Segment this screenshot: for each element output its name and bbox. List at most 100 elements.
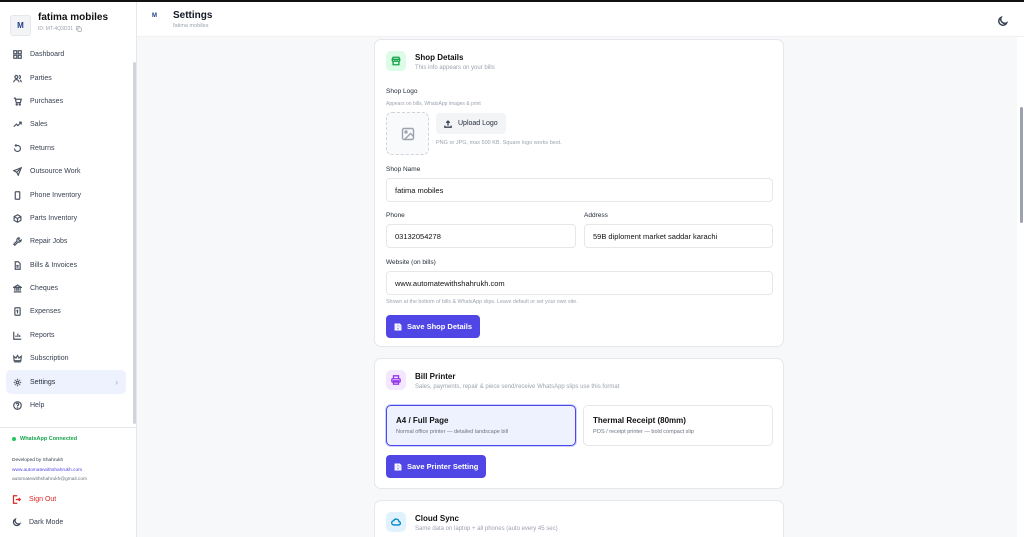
developer-credit: Developed by Shahrukh (12, 458, 64, 463)
sidebar-item-phone-inventory[interactable]: Phone Inventory (6, 183, 126, 206)
crown-icon (13, 354, 22, 363)
users-icon (13, 74, 22, 82)
upload-hint: PNG or JPG, max 500 KB. Square logo work… (436, 140, 562, 146)
sidebar-item-parties[interactable]: Parties (6, 66, 126, 89)
main-content: Shop Details This info appears on your b… (137, 37, 1017, 537)
option-description: POS / receipt printer — bold compact sli… (593, 429, 694, 435)
shop-logo-label: Shop Logo (386, 88, 418, 95)
sidebar-item-expenses[interactable]: Expenses (6, 300, 126, 323)
cloud-icon (386, 512, 406, 532)
sign-out-label: Sign Out (29, 496, 57, 503)
option-description: Normal office printer — detailed landsca… (396, 429, 509, 435)
chart-icon (13, 331, 22, 340)
header-logo: M (152, 13, 157, 19)
dark-mode-toggle[interactable]: Dark Mode (12, 518, 63, 527)
developer-website-link[interactable]: www.automatewithshahrukh.com (12, 466, 87, 476)
page-title: Settings (173, 10, 213, 21)
shop-name: fatima mobiles (38, 12, 109, 23)
sidebar-scrollbar[interactable] (133, 62, 136, 424)
print-option-thermal[interactable]: Thermal Receipt (80mm) POS / receipt pri… (583, 405, 773, 446)
sidebar-item-returns[interactable]: Returns (6, 137, 126, 160)
main-scrollbar[interactable] (1020, 107, 1023, 223)
developer-email[interactable]: automatewithshahrukh@gmail.com (12, 475, 87, 485)
shop-id: ID: MT-4Q3D31 (38, 26, 74, 32)
page-header: M Settings fatima mobiles (137, 2, 1024, 37)
sign-out-button[interactable]: Sign Out (12, 495, 56, 504)
sidebar-item-label: Parts Inventory (30, 214, 78, 222)
address-label: Address (584, 212, 608, 219)
card-title: Cloud Sync (415, 514, 460, 523)
cart-icon (13, 97, 22, 106)
address-field[interactable]: 59B diploment market saddar karachi (584, 224, 773, 248)
receipt-icon (14, 307, 21, 317)
sidebar-item-cheques[interactable]: Cheques (6, 277, 126, 300)
theme-toggle-button[interactable] (997, 14, 1009, 26)
sidebar-item-purchases[interactable]: Purchases (6, 90, 126, 113)
sidebar-nav: Dashboard Parties Purchases Sales Return… (6, 43, 126, 417)
sidebar-item-help[interactable]: Help (6, 394, 126, 417)
save-shop-details-label: Save Shop Details (407, 322, 473, 331)
shop-name-field[interactable]: fatima mobiles (386, 178, 773, 202)
phone-label: Phone (386, 212, 405, 219)
upload-icon (444, 119, 452, 128)
page-subtitle: fatima mobiles (173, 23, 209, 29)
card-subtitle: This info appears on your bills (415, 65, 495, 71)
shop-details-card: Shop Details This info appears on your b… (374, 39, 784, 347)
sidebar-item-label: Bills & Invoices (30, 261, 78, 269)
cloud-sync-card: Cloud Sync Same data on laptop + all pho… (374, 500, 784, 537)
sidebar-item-outsource-work[interactable]: Outsource Work (6, 160, 126, 183)
wrench-icon (13, 237, 22, 247)
sidebar-item-label: Outsource Work (30, 168, 81, 176)
moon-icon (998, 15, 1009, 26)
chevron-right-icon: › (115, 377, 118, 387)
help-icon (13, 401, 22, 410)
copy-icon[interactable] (76, 26, 82, 32)
save-printer-setting-label: Save Printer Setting (407, 462, 479, 471)
sidebar-item-label: Parties (30, 74, 52, 82)
print-option-a4[interactable]: A4 / Full Page Normal office printer — d… (386, 405, 576, 446)
sidebar-item-dashboard[interactable]: Dashboard (6, 43, 126, 66)
dashboard-icon (13, 50, 22, 60)
website-label: Website (on bills) (386, 259, 436, 266)
sidebar-item-settings[interactable]: Settings › (6, 370, 126, 394)
shop-logo: M (10, 15, 31, 36)
phone-field[interactable]: 03132054278 (386, 224, 576, 248)
sidebar-item-repair-jobs[interactable]: Repair Jobs (6, 230, 126, 253)
status-dot-icon (12, 437, 16, 441)
sidebar-divider (0, 427, 136, 428)
moon-icon (12, 518, 21, 527)
card-header: Cloud Sync Same data on laptop + all pho… (386, 512, 558, 532)
gear-icon (13, 378, 22, 386)
sidebar: M fatima mobiles ID: MT-4Q3D31 Dashboard… (0, 2, 137, 537)
sidebar-item-label: Sales (30, 121, 48, 129)
sidebar-item-label: Dashboard (30, 51, 65, 59)
phone-icon (14, 190, 21, 200)
sidebar-item-subscription[interactable]: Subscription (6, 347, 126, 370)
save-shop-details-button[interactable]: Save Shop Details (386, 315, 481, 338)
return-icon (13, 143, 22, 152)
sidebar-item-reports[interactable]: Reports (6, 324, 126, 347)
save-printer-setting-button[interactable]: Save Printer Setting (386, 455, 487, 478)
website-field[interactable]: www.automatewithshahrukh.com (386, 271, 773, 295)
bill-printer-card: Bill Printer Sales, payments, repair & p… (374, 358, 784, 489)
website-hint: Shown at the bottom of bills & WhatsApp … (386, 299, 578, 305)
shop-logo-hint: Appears on bills, WhatsApp images & prin… (386, 101, 481, 107)
card-subtitle: Sales, payments, repair & piece send/rec… (415, 384, 620, 390)
card-header: Shop Details This info appears on your b… (386, 51, 495, 71)
brand[interactable]: M fatima mobiles ID: MT-4Q3D31 (10, 12, 108, 36)
upload-logo-button[interactable]: Upload Logo (436, 113, 506, 134)
send-icon (13, 167, 22, 177)
sidebar-item-label: Returns (30, 144, 55, 152)
sidebar-item-sales[interactable]: Sales (6, 113, 126, 136)
logo-preview[interactable] (386, 112, 429, 155)
dark-mode-label: Dark Mode (29, 519, 64, 526)
printer-icon (386, 370, 406, 390)
box-icon (13, 213, 22, 223)
sidebar-item-parts-inventory[interactable]: Parts Inventory (6, 207, 126, 230)
sidebar-item-label: Purchases (30, 97, 64, 105)
shop-id-row: ID: MT-4Q3D31 (38, 26, 108, 32)
sidebar-item-label: Reports (30, 331, 55, 339)
sidebar-item-label: Expenses (30, 308, 61, 316)
sidebar-item-bills-invoices[interactable]: Bills & Invoices (6, 254, 126, 277)
developer-info: Developed by Shahrukh www.automatewithsh… (12, 456, 87, 485)
